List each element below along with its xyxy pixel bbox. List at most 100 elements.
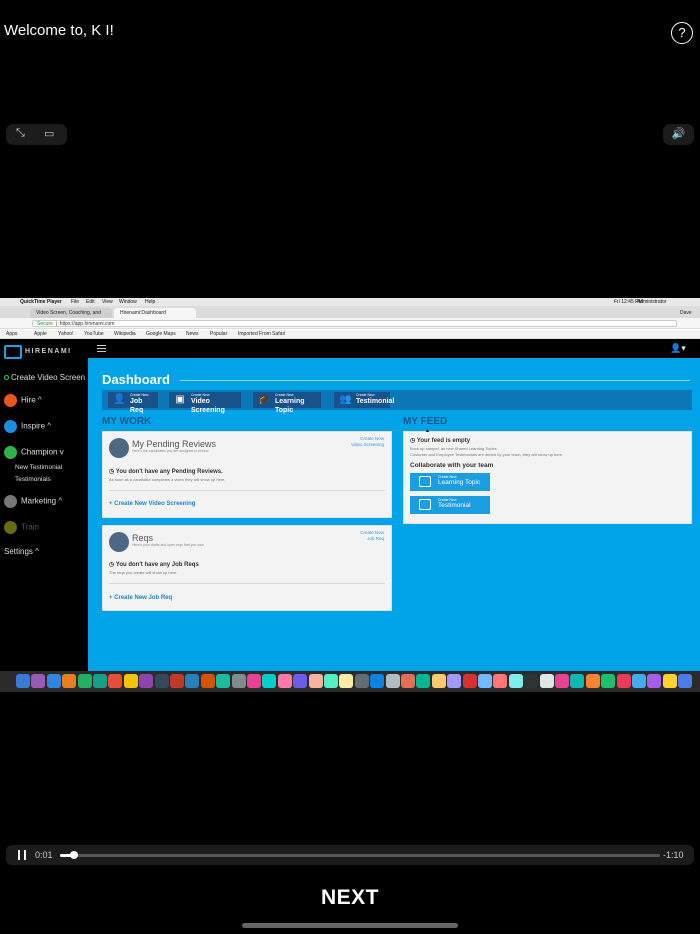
dock-app-icon	[62, 674, 77, 688]
pending-reviews-card: My Pending Reviews Here's the candidates…	[102, 431, 392, 518]
create-job-req-button[interactable]: 👤 Create New Job Req	[108, 392, 158, 414]
current-time: 0:01	[35, 850, 53, 860]
help-icon[interactable]: ?	[671, 22, 693, 44]
expand-icon[interactable]: ⤡	[16, 127, 25, 140]
sidebar-train[interactable]: Train	[4, 521, 39, 534]
next-button[interactable]: NEXT	[0, 886, 700, 910]
create-new-job-req-link[interactable]: + Create New Job Req	[109, 595, 172, 601]
sidebar-inspire[interactable]: Inspire ^	[4, 420, 51, 433]
button-label: Learning Topic	[275, 398, 305, 414]
app-topbar: 👤▾	[88, 339, 700, 358]
dock-app-icon	[370, 674, 385, 688]
create-learning-topic-button[interactable]: 🎓 Create New Learning Topic	[253, 392, 321, 414]
bookmark-item: Wikipedia	[114, 331, 136, 337]
dock-app-icon	[478, 674, 492, 688]
dock-app-icon	[170, 674, 184, 688]
hirenami-logo: HIRENAMI	[25, 348, 72, 355]
sidebar-champion[interactable]: Champion v	[4, 446, 64, 459]
hamburger-menu-icon[interactable]	[97, 345, 106, 352]
dock-app-icon	[385, 674, 400, 688]
sidebar-item-label: Champion v	[21, 447, 64, 457]
feed-empty-title: ◷ Your feed is empty	[410, 438, 471, 444]
dock-app-icon	[293, 674, 308, 688]
bookmark-item: Apps	[6, 331, 18, 337]
user-menu-icon[interactable]: 👤▾	[670, 343, 686, 354]
video-controls-left: ⤡ ▭	[6, 124, 67, 145]
title-divider	[180, 380, 690, 381]
menu-file: File	[71, 299, 80, 305]
card-subtitle: Here's your drafts and open reqs that yo…	[132, 543, 204, 547]
sidebar-item-label: Inspire ^	[21, 421, 51, 431]
create-new-video-screening-link[interactable]: + Create New Video Screening	[109, 501, 195, 507]
browser-urlbar: Secure | https://app.hirenami.com	[0, 318, 700, 329]
empty-subtitle: As soon as a candidate completes a video…	[109, 477, 226, 482]
sidebar-settings[interactable]: Settings ^	[4, 547, 39, 556]
dock-app-icon	[324, 674, 338, 688]
dock-app-icon	[555, 674, 569, 688]
dock-app-icon	[524, 674, 539, 688]
dock-app-icon	[416, 674, 431, 688]
button-label: Testimonial	[356, 398, 395, 405]
sidebar-marketing[interactable]: Marketing ^	[4, 495, 62, 508]
create-job-req-link[interactable]: Create New Job Req	[360, 530, 384, 542]
empty-subtitle: The reqs you create will show up here.	[109, 570, 178, 575]
dock-app-icon	[401, 674, 415, 688]
dock-app-icon	[277, 674, 292, 688]
sidebar-hire[interactable]: Hire ^	[4, 394, 42, 407]
home-indicator[interactable]	[242, 923, 458, 928]
feed-create-learning-topic-button[interactable]: Create New Learning Topic	[410, 473, 490, 491]
dock-app-icon	[662, 674, 677, 688]
bookmark-item: News	[186, 331, 199, 337]
hirenami-logo-icon	[4, 345, 22, 359]
bookmark-item: Imported From Safari	[238, 331, 286, 337]
learning-topic-icon	[419, 476, 431, 487]
testimonial-icon	[419, 499, 431, 510]
dock-app-icon	[308, 674, 323, 688]
circle-icon	[4, 375, 9, 380]
pause-icon[interactable]	[18, 850, 26, 860]
video-frame: QuickTime Player File Edit View Window H…	[0, 298, 700, 692]
secure-label: Secure	[37, 321, 53, 327]
dock-app-icon	[154, 674, 169, 688]
dock-app-icon	[585, 674, 600, 688]
feed-create-testimonial-button[interactable]: Create New Testimonial	[410, 496, 490, 514]
dock-app-icon	[31, 674, 46, 688]
bookmark-item: Popular	[210, 331, 228, 337]
train-icon	[4, 521, 17, 534]
sidebar-item-label: Marketing ^	[21, 496, 63, 506]
sidebar-new-testimonial[interactable]: New Testimonial	[15, 464, 62, 471]
dashboard-main: Dashboard 👤 Create New Job Req ▣ Create New…	[88, 358, 700, 671]
url-text: https://app.hirenami.com	[59, 321, 115, 327]
create-video-screening-button[interactable]: ▣ Create New Video Screening	[169, 392, 241, 414]
empty-title: ◷ You don't have any Job Reqs	[109, 562, 199, 568]
browser-tab: Video Screen, Coaching, and	[30, 308, 112, 318]
feed-empty-text: Your feed is empty	[416, 438, 471, 444]
sidebar-testimonials[interactable]: Testimonials	[15, 476, 51, 483]
create-video-screening-link[interactable]: Create New Video Screening	[351, 436, 384, 448]
graduation-cap-icon: 🎓	[258, 394, 271, 405]
dock-app-icon	[77, 674, 92, 688]
mac-dock	[0, 671, 700, 692]
menu-window: Window	[119, 299, 137, 305]
dock-app-icon	[108, 674, 123, 688]
dock-app-icon	[539, 674, 554, 688]
mouse-cursor-icon: ▲	[425, 428, 430, 434]
dock-app-icon	[16, 674, 30, 688]
my-work-heading: MY WORK	[102, 416, 152, 427]
reqs-avatar-icon	[109, 532, 129, 552]
volume-icon[interactable]: 🔊	[663, 124, 694, 145]
empty-title-text: You don't have any Job Reqs	[115, 562, 199, 568]
create-testimonial-button[interactable]: 👥 Create New Testimonial	[334, 392, 395, 408]
sidebar-item-label: Hire ^	[21, 395, 42, 405]
dock-app-icon	[678, 674, 693, 688]
scrubber-knob[interactable]	[70, 851, 78, 859]
bookmarks-bar: Apps Apple Yahoo! YouTube Wikipedia Goog…	[0, 330, 700, 339]
empty-title: ◷ You don't have any Pending Reviews.	[109, 469, 223, 475]
scrubber-track[interactable]	[60, 851, 660, 859]
pip-icon[interactable]: ▭	[44, 127, 54, 140]
dock-app-icon	[247, 674, 261, 688]
dock-app-icon	[570, 674, 585, 688]
dock-app-icon	[601, 674, 616, 688]
sidebar-create-video-screen[interactable]: Create Video Screen	[4, 373, 85, 382]
menu-view: View	[102, 299, 113, 305]
